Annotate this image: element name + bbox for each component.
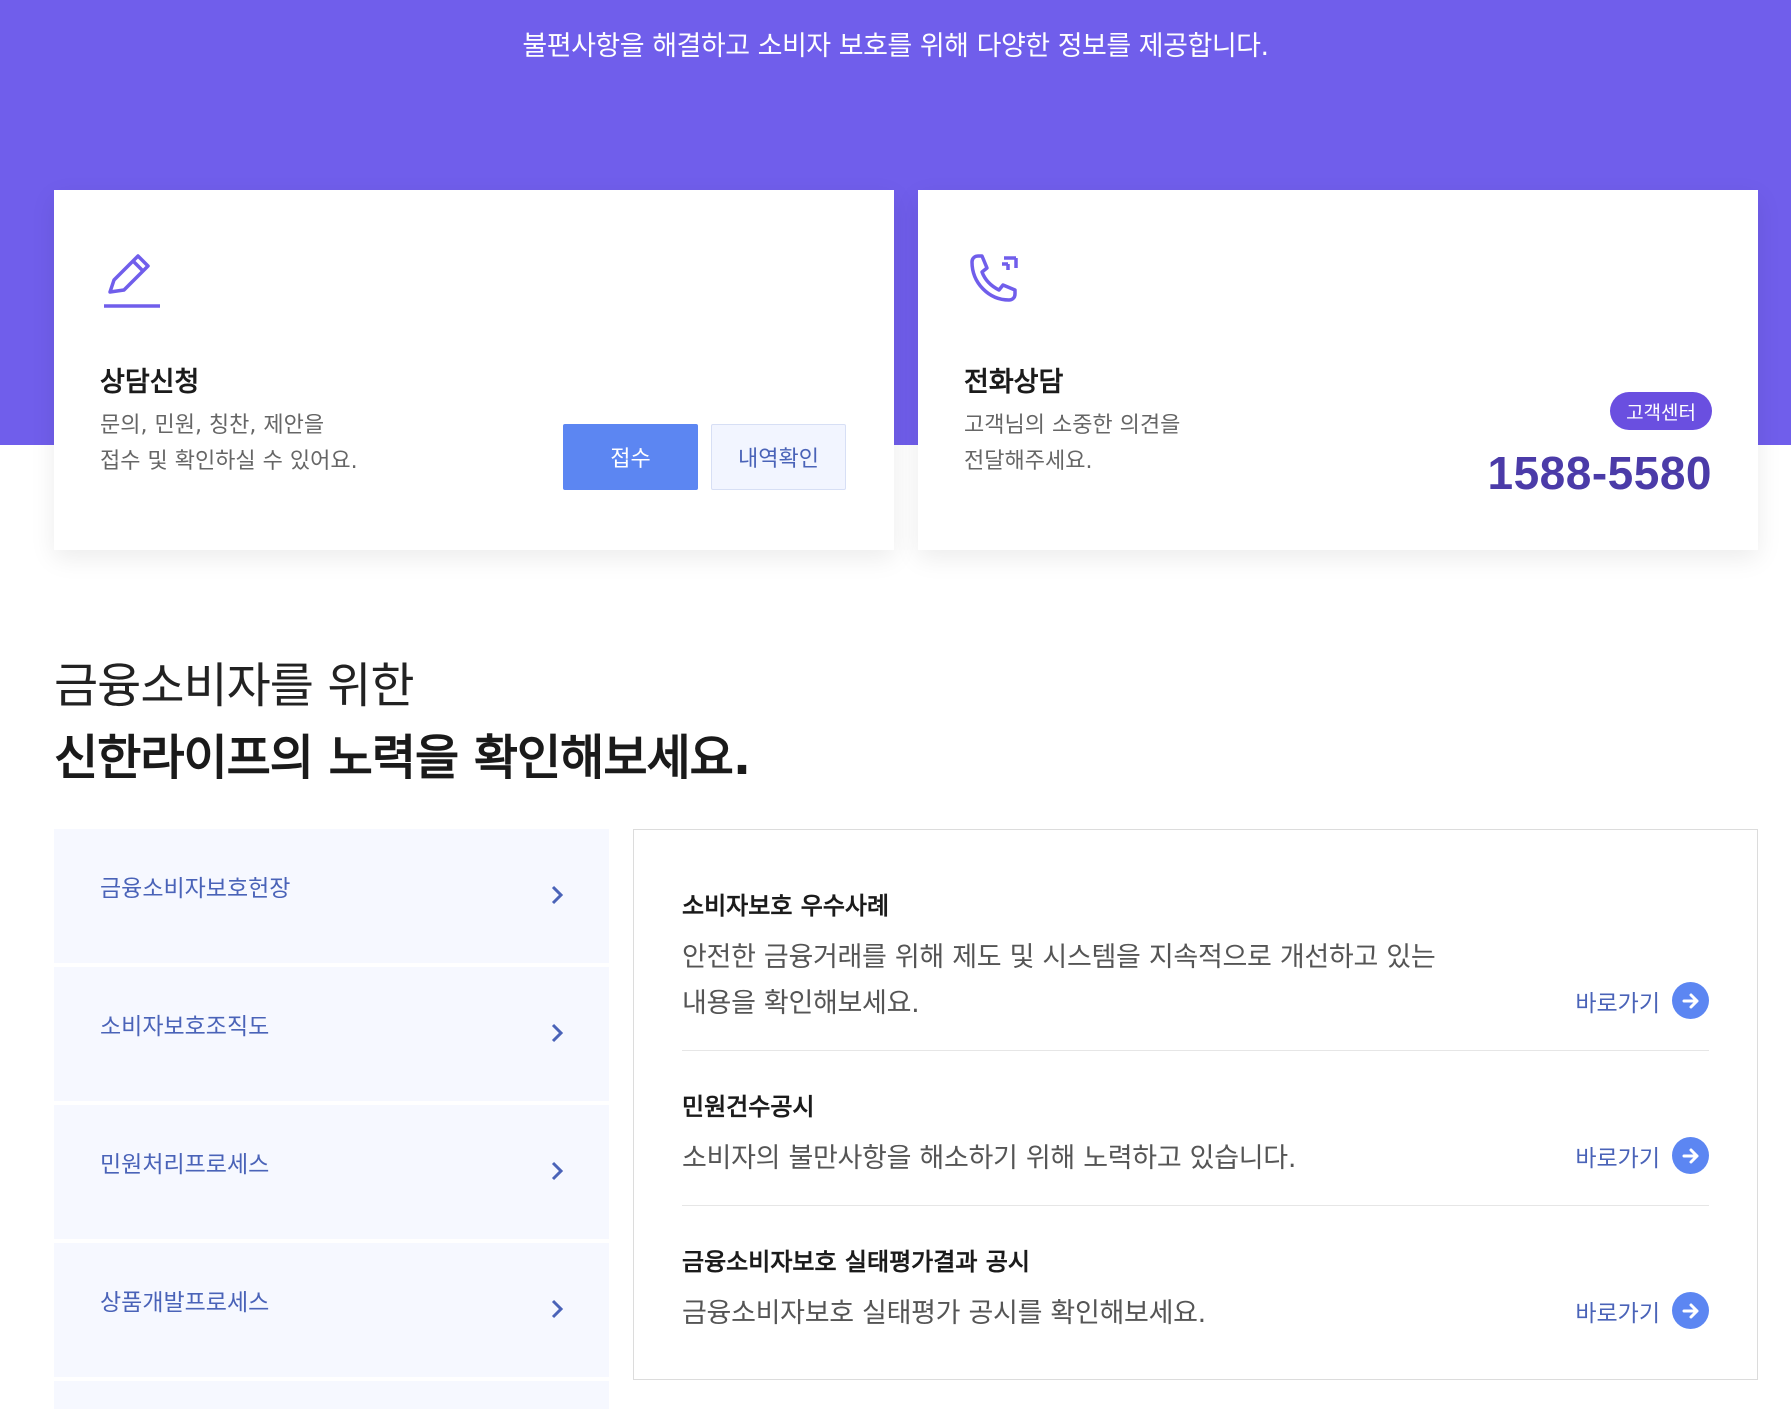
consult-description: 문의, 민원, 칭찬, 제안을 접수 및 확인하실 수 있어요. bbox=[100, 413, 358, 474]
menu-item-label: 금융소비자보호헌장 bbox=[100, 876, 291, 902]
arrow-right-icon bbox=[1672, 1292, 1709, 1329]
row-divider bbox=[682, 1205, 1709, 1206]
customer-center-badge: 고객센터 bbox=[1610, 392, 1712, 430]
chevron-right-icon bbox=[551, 885, 564, 905]
chevron-right-icon bbox=[551, 1299, 564, 1319]
menu-item-product-process[interactable]: 상품개발프로세스 bbox=[54, 1243, 609, 1377]
go-link-button[interactable]: 바로가기 bbox=[1575, 982, 1709, 1019]
go-link-label: 바로가기 bbox=[1575, 1300, 1660, 1327]
menu-item-consumer-charter[interactable]: 금융소비자보호헌장 bbox=[54, 829, 609, 963]
phone-description: 고객님의 소중한 의견을 전달해주세요. bbox=[964, 413, 1181, 474]
menu-item-label: 민원처리프로세스 bbox=[100, 1152, 270, 1178]
consult-title: 상담신청 bbox=[100, 367, 200, 398]
content-row-best-practices: 소비자보호 우수사례 안전한 금융거래를 위해 제도 및 시스템을 지속적으로 … bbox=[682, 886, 1709, 1027]
row-description: 금융소비자보호 실태평가 공시를 확인해보세요. bbox=[682, 1298, 1206, 1329]
section-heading: 금융소비자를 위한 신한라이프의 노력을 확인해보세요. bbox=[54, 650, 751, 794]
menu-item-label: 소비자보호조직도 bbox=[100, 1014, 270, 1040]
chevron-right-icon bbox=[551, 1161, 564, 1181]
chevron-right-icon bbox=[551, 1023, 564, 1043]
content-row-evaluation: 금융소비자보호 실태평가결과 공시 금융소비자보호 실태평가 공시를 확인해보세… bbox=[682, 1242, 1709, 1337]
phone-call-icon bbox=[964, 248, 1026, 310]
row-divider bbox=[682, 1050, 1709, 1051]
row-title: 소비자보호 우수사례 bbox=[682, 892, 890, 920]
submit-button[interactable]: 접수 bbox=[563, 424, 698, 490]
section-title-line2: 신한라이프의 노력을 확인해보세요. bbox=[54, 730, 751, 786]
content-panel: 소비자보호 우수사례 안전한 금융거래를 위해 제도 및 시스템을 지속적으로 … bbox=[633, 829, 1758, 1380]
row-title: 금융소비자보호 실태평가결과 공시 bbox=[682, 1248, 1030, 1276]
go-link-button[interactable]: 바로가기 bbox=[1575, 1137, 1709, 1174]
side-menu: 금융소비자보호헌장 소비자보호조직도 민원처리프로세스 상품개발프로세스 bbox=[54, 829, 609, 1409]
go-link-label: 바로가기 bbox=[1575, 1145, 1660, 1172]
phone-card: 전화상담 고객님의 소중한 의견을 전달해주세요. 고객센터 1588-5580 bbox=[918, 190, 1758, 550]
menu-item-complaint-process[interactable]: 민원처리프로세스 bbox=[54, 1105, 609, 1239]
arrow-right-icon bbox=[1672, 1137, 1709, 1174]
phone-title: 전화상담 bbox=[964, 367, 1064, 398]
arrow-right-icon bbox=[1672, 982, 1709, 1019]
row-description: 소비자의 불만사항을 해소하기 위해 노력하고 있습니다. bbox=[682, 1143, 1297, 1174]
section-title-line1: 금융소비자를 위한 bbox=[54, 658, 415, 714]
hero-subtitle: 불편사항을 해결하고 소비자 보호를 위해 다양한 정보를 제공합니다. bbox=[522, 31, 1269, 62]
menu-item-org-chart[interactable]: 소비자보호조직도 bbox=[54, 967, 609, 1101]
consult-card: 상담신청 문의, 민원, 칭찬, 제안을 접수 및 확인하실 수 있어요. 접수… bbox=[54, 190, 894, 550]
phone-number[interactable]: 1588-5580 bbox=[1488, 446, 1712, 500]
menu-item-label: 상품개발프로세스 bbox=[100, 1290, 270, 1316]
go-link-label: 바로가기 bbox=[1575, 990, 1660, 1017]
content-row-complaint-stats: 민원건수공시 소비자의 불만사항을 해소하기 위해 노력하고 있습니다. 바로가… bbox=[682, 1087, 1709, 1182]
go-link-button[interactable]: 바로가기 bbox=[1575, 1292, 1709, 1329]
history-button[interactable]: 내역확인 bbox=[711, 424, 846, 490]
row-description: 안전한 금융거래를 위해 제도 및 시스템을 지속적으로 개선하고 있는 내용을… bbox=[682, 942, 1436, 1019]
row-title: 민원건수공시 bbox=[682, 1093, 815, 1121]
pencil-icon bbox=[100, 248, 162, 310]
menu-item-next[interactable] bbox=[54, 1381, 609, 1409]
